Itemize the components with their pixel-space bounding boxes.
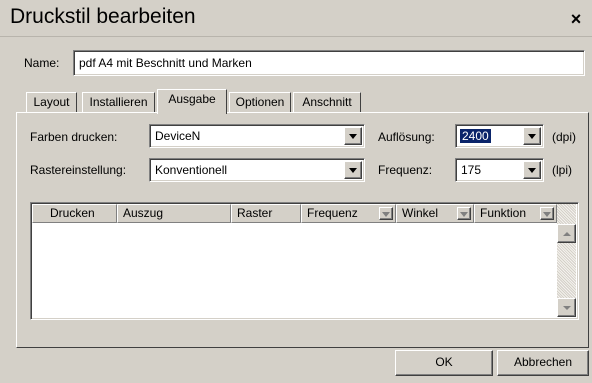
- column-header-auszug[interactable]: Auszug: [117, 204, 231, 223]
- close-button[interactable]: ×: [566, 9, 586, 29]
- tab-ausgabe-label: Ausgabe: [168, 92, 216, 106]
- farben-drucken-value: DeviceN: [155, 129, 201, 143]
- chevron-down-icon: [460, 211, 468, 217]
- aufloesung-value: 2400: [459, 128, 492, 144]
- tab-ausgabe[interactable]: Ausgabe: [157, 89, 227, 114]
- dialog-title: Druckstil bearbeiten: [10, 5, 196, 28]
- tab-layout[interactable]: Layout: [26, 92, 77, 112]
- frequenz-column-dropdown[interactable]: [379, 207, 393, 220]
- column-header-winkel[interactable]: Winkel: [396, 204, 474, 223]
- tab-optionen-label: Optionen: [235, 95, 285, 109]
- plates-list[interactable]: Drucken Auszug Raster Frequenz Winkel Fu…: [30, 202, 579, 320]
- name-input[interactable]: pdf A4 mit Beschnitt und Marken: [73, 50, 585, 76]
- chevron-down-icon: [528, 134, 536, 139]
- tab-installieren-label: Installieren: [89, 95, 148, 109]
- frequenz-value: 175: [461, 163, 482, 177]
- chevron-down-icon: [382, 211, 390, 217]
- chevron-down-icon: [543, 211, 551, 217]
- name-label: Name:: [24, 56, 60, 70]
- rastereinstellung-value: Konventionell: [155, 163, 228, 177]
- chevron-down-icon: [349, 168, 357, 173]
- farben-drucken-dropdown-button[interactable]: [344, 127, 362, 145]
- chevron-down-icon: [528, 168, 536, 173]
- aufloesung-label: Auflösung:: [378, 130, 435, 144]
- aufloesung-unit: (dpi): [552, 130, 577, 144]
- ok-button[interactable]: OK: [395, 350, 493, 376]
- frequenz-select[interactable]: 175: [455, 158, 544, 182]
- winkel-column-dropdown[interactable]: [457, 207, 471, 220]
- plates-list-header: Drucken Auszug Raster Frequenz Winkel Fu…: [32, 204, 557, 223]
- tab-installieren[interactable]: Installieren: [82, 92, 155, 112]
- funktion-column-dropdown[interactable]: [540, 207, 554, 220]
- farben-drucken-select[interactable]: DeviceN: [149, 124, 365, 148]
- aufloesung-select[interactable]: 2400: [455, 124, 544, 148]
- rastereinstellung-label: Rastereinstellung:: [30, 163, 127, 177]
- tab-optionen[interactable]: Optionen: [229, 92, 291, 112]
- frequenz-label: Frequenz:: [378, 163, 433, 177]
- title-bar: Druckstil bearbeiten ×: [0, 0, 592, 37]
- rastereinstellung-dropdown-button[interactable]: [344, 161, 362, 179]
- tab-anschnitt[interactable]: Anschnitt: [293, 92, 361, 112]
- arrow-down-icon: [562, 305, 571, 310]
- tab-anschnitt-label: Anschnitt: [302, 95, 352, 109]
- column-header-funktion[interactable]: Funktion: [474, 204, 557, 223]
- farben-drucken-label: Farben drucken:: [30, 130, 118, 144]
- frequenz-unit: (lpi): [552, 163, 572, 177]
- close-icon: ×: [570, 9, 582, 29]
- column-header-drucken[interactable]: Drucken: [32, 204, 117, 223]
- chevron-down-icon: [349, 134, 357, 139]
- scroll-down-button[interactable]: [557, 298, 576, 317]
- cancel-button[interactable]: Abbrechen: [497, 350, 589, 376]
- aufloesung-dropdown-button[interactable]: [523, 127, 541, 145]
- name-input-value: pdf A4 mit Beschnitt und Marken: [79, 56, 252, 70]
- rastereinstellung-select[interactable]: Konventionell: [149, 158, 365, 182]
- column-header-raster[interactable]: Raster: [231, 204, 301, 223]
- frequenz-dropdown-button[interactable]: [523, 161, 541, 179]
- scroll-up-button[interactable]: [557, 224, 576, 243]
- tab-layout-label: Layout: [33, 95, 70, 109]
- arrow-up-icon: [562, 231, 571, 236]
- column-header-frequenz[interactable]: Frequenz: [301, 204, 396, 223]
- vertical-scrollbar[interactable]: [557, 204, 576, 317]
